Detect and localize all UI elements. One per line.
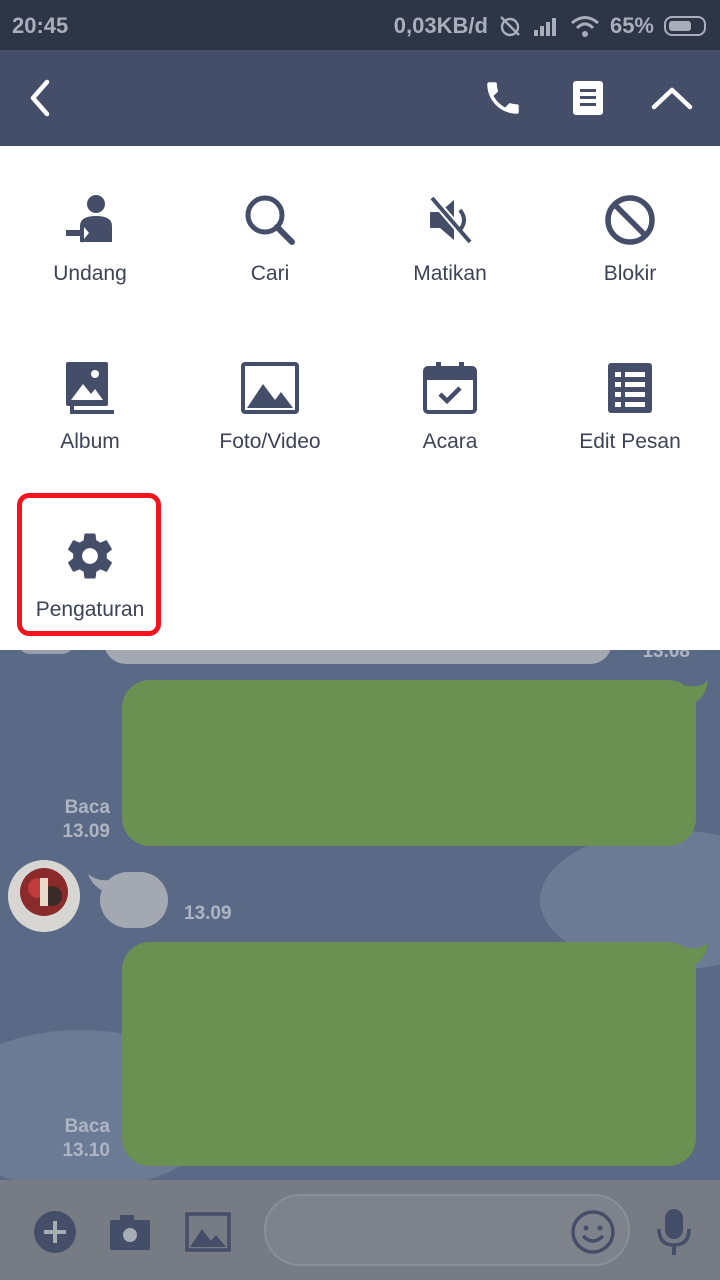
search-icon bbox=[245, 195, 295, 245]
smiley-icon bbox=[571, 1210, 615, 1254]
camera-button[interactable] bbox=[106, 1208, 154, 1256]
status-time: 20:45 bbox=[12, 13, 69, 38]
alarm-off-icon bbox=[500, 16, 520, 37]
net-speed: 0,03KB/d bbox=[393, 13, 488, 38]
menu-item-block[interactable]: Blokir bbox=[540, 146, 720, 314]
avatar-partial bbox=[18, 650, 74, 654]
menu-item-label: Acara bbox=[422, 430, 478, 453]
emoji-button[interactable] bbox=[569, 1208, 617, 1256]
add-button[interactable] bbox=[31, 1208, 79, 1256]
plus-circle-icon bbox=[34, 1211, 76, 1253]
image-icon bbox=[241, 362, 299, 414]
bubble-tail bbox=[680, 942, 708, 968]
settings-highlight-box bbox=[17, 493, 161, 636]
microphone-icon bbox=[657, 1209, 691, 1255]
invite-user-icon bbox=[66, 195, 112, 243]
outgoing-message-bubble[interactable] bbox=[122, 680, 696, 846]
chevron-left-icon bbox=[30, 79, 50, 117]
menu-item-label: Album bbox=[60, 430, 120, 453]
menu-item-edit-messages[interactable]: Edit Pesan bbox=[540, 314, 720, 482]
image-icon bbox=[185, 1212, 231, 1252]
menu-item-label: Matikan bbox=[413, 262, 487, 285]
incoming-bubble-partial[interactable] bbox=[104, 650, 612, 664]
collapse-menu-button[interactable] bbox=[642, 68, 702, 128]
menu-item-event[interactable]: Acara bbox=[360, 314, 540, 482]
block-icon bbox=[605, 195, 655, 245]
menu-item-search[interactable]: Cari bbox=[180, 146, 360, 314]
menu-item-album[interactable]: Album bbox=[0, 314, 180, 482]
message-time: 13.09 bbox=[62, 821, 110, 842]
read-status: Baca bbox=[64, 797, 110, 818]
chevron-up-icon bbox=[651, 87, 693, 110]
gallery-button[interactable] bbox=[184, 1208, 232, 1256]
menu-item-label: Cari bbox=[250, 262, 290, 285]
message-meta: Baca 13.09 bbox=[40, 796, 110, 844]
avatar-image bbox=[8, 860, 80, 932]
message-input-bar bbox=[0, 1180, 720, 1280]
voice-button[interactable] bbox=[650, 1208, 698, 1256]
phone-icon bbox=[487, 82, 519, 114]
call-button[interactable] bbox=[473, 68, 533, 128]
outgoing-message-bubble[interactable] bbox=[122, 942, 696, 1166]
battery-icon bbox=[664, 16, 706, 36]
chat-background: 13.08 Baca 13.09 13.09 Baca 13.10 bbox=[0, 650, 720, 1180]
menu-item-label: Blokir bbox=[603, 262, 657, 285]
camera-icon bbox=[110, 1215, 150, 1250]
menu-item-label: Foto/Video bbox=[219, 430, 321, 453]
status-bar: 20:45 0,03KB/d 65% bbox=[0, 0, 720, 50]
message-time: 13.09 bbox=[184, 903, 232, 924]
bubble-tail bbox=[88, 874, 118, 894]
mute-icon bbox=[428, 195, 474, 245]
chat-header bbox=[0, 50, 720, 146]
message-time: 13.10 bbox=[62, 1140, 110, 1161]
menu-item-mute[interactable]: Matikan bbox=[360, 146, 540, 314]
calendar-icon bbox=[423, 362, 477, 414]
menu-item-photo-video[interactable]: Foto/Video bbox=[180, 314, 360, 482]
battery-percent: 65% bbox=[609, 13, 654, 38]
menu-item-label: Undang bbox=[53, 262, 127, 285]
bubble-tail bbox=[680, 680, 708, 706]
menu-item-invite[interactable]: Undang bbox=[0, 146, 180, 314]
wifi-icon bbox=[570, 16, 599, 37]
contact-avatar[interactable] bbox=[8, 860, 80, 932]
notes-button[interactable] bbox=[558, 68, 618, 128]
message-time: 13.08 bbox=[642, 650, 690, 662]
read-status: Baca bbox=[64, 1116, 110, 1137]
back-button[interactable] bbox=[10, 68, 70, 128]
list-icon bbox=[608, 363, 652, 413]
album-icon bbox=[66, 362, 114, 414]
note-icon bbox=[573, 81, 603, 115]
message-meta: Baca 13.10 bbox=[40, 1115, 110, 1163]
signal-icon bbox=[533, 18, 556, 36]
menu-item-label: Edit Pesan bbox=[579, 430, 681, 453]
